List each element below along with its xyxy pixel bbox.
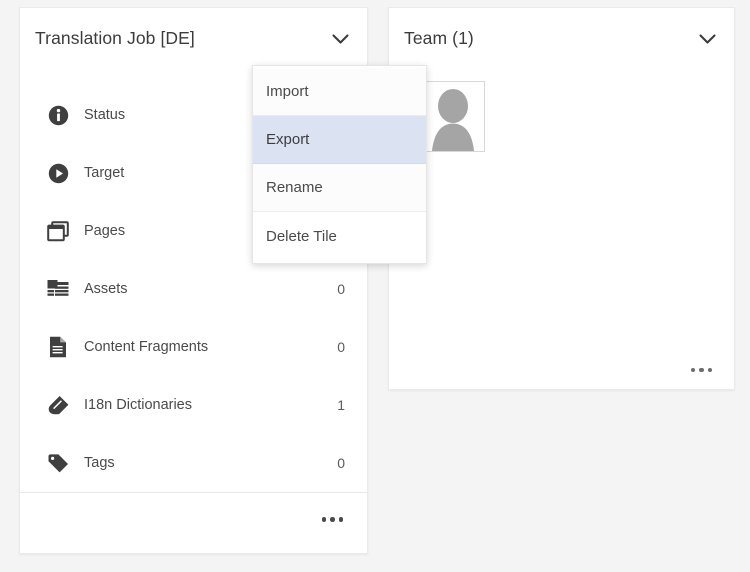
property-label: Tags — [84, 455, 115, 471]
property-label: I18n Dictionaries — [84, 397, 192, 413]
dot — [322, 517, 327, 522]
menu-item-export[interactable]: Export — [253, 116, 426, 164]
menu-item-rename[interactable]: Rename — [253, 164, 426, 212]
tag-icon — [46, 451, 70, 475]
property-row[interactable]: Tags 0 — [20, 434, 367, 492]
team-card-header: Team (1) — [389, 8, 734, 70]
property-value: 1 — [335, 397, 345, 413]
pages-window-icon — [46, 219, 70, 243]
book-icon — [46, 393, 70, 417]
property-label: Pages — [84, 223, 125, 239]
property-row[interactable]: Assets 0 — [20, 260, 367, 318]
property-value: 0 — [335, 455, 345, 471]
more-horizontal-icon[interactable] — [689, 362, 715, 379]
dot — [330, 517, 335, 522]
user-avatar-placeholder-icon — [426, 82, 484, 151]
tile-context-menu: ImportExportRenameDelete Tile — [252, 65, 427, 264]
job-card-header: Translation Job [DE] — [20, 8, 367, 70]
dot — [708, 368, 713, 373]
team-card-footer — [689, 362, 715, 379]
chevron-down-icon[interactable] — [327, 26, 353, 52]
more-horizontal-icon[interactable] — [320, 511, 346, 528]
dot — [699, 368, 704, 373]
property-value: 0 — [335, 339, 345, 355]
team-card-title: Team (1) — [404, 30, 474, 48]
chevron-down-icon[interactable] — [694, 26, 720, 52]
team-card: Team (1) — [388, 7, 735, 390]
menu-item-delete-tile[interactable]: Delete Tile — [253, 212, 426, 260]
team-member-area — [389, 70, 734, 391]
property-label: Status — [84, 107, 125, 123]
dot — [339, 517, 344, 522]
property-value: 0 — [335, 281, 345, 297]
play-circle-icon — [46, 161, 70, 185]
property-label: Assets — [84, 281, 128, 297]
job-card-footer — [20, 493, 367, 546]
dot — [691, 368, 696, 373]
property-row[interactable]: I18n Dictionaries 1 — [20, 376, 367, 434]
avatar[interactable] — [425, 81, 485, 152]
property-label: Target — [84, 165, 124, 181]
menu-item-import[interactable]: Import — [253, 68, 426, 116]
property-label: Content Fragments — [84, 339, 208, 355]
assets-images-icon — [46, 277, 70, 301]
info-icon — [46, 103, 70, 127]
job-card-title: Translation Job [DE] — [35, 30, 195, 48]
property-row[interactable]: Content Fragments 0 — [20, 318, 367, 376]
document-icon — [46, 335, 70, 359]
